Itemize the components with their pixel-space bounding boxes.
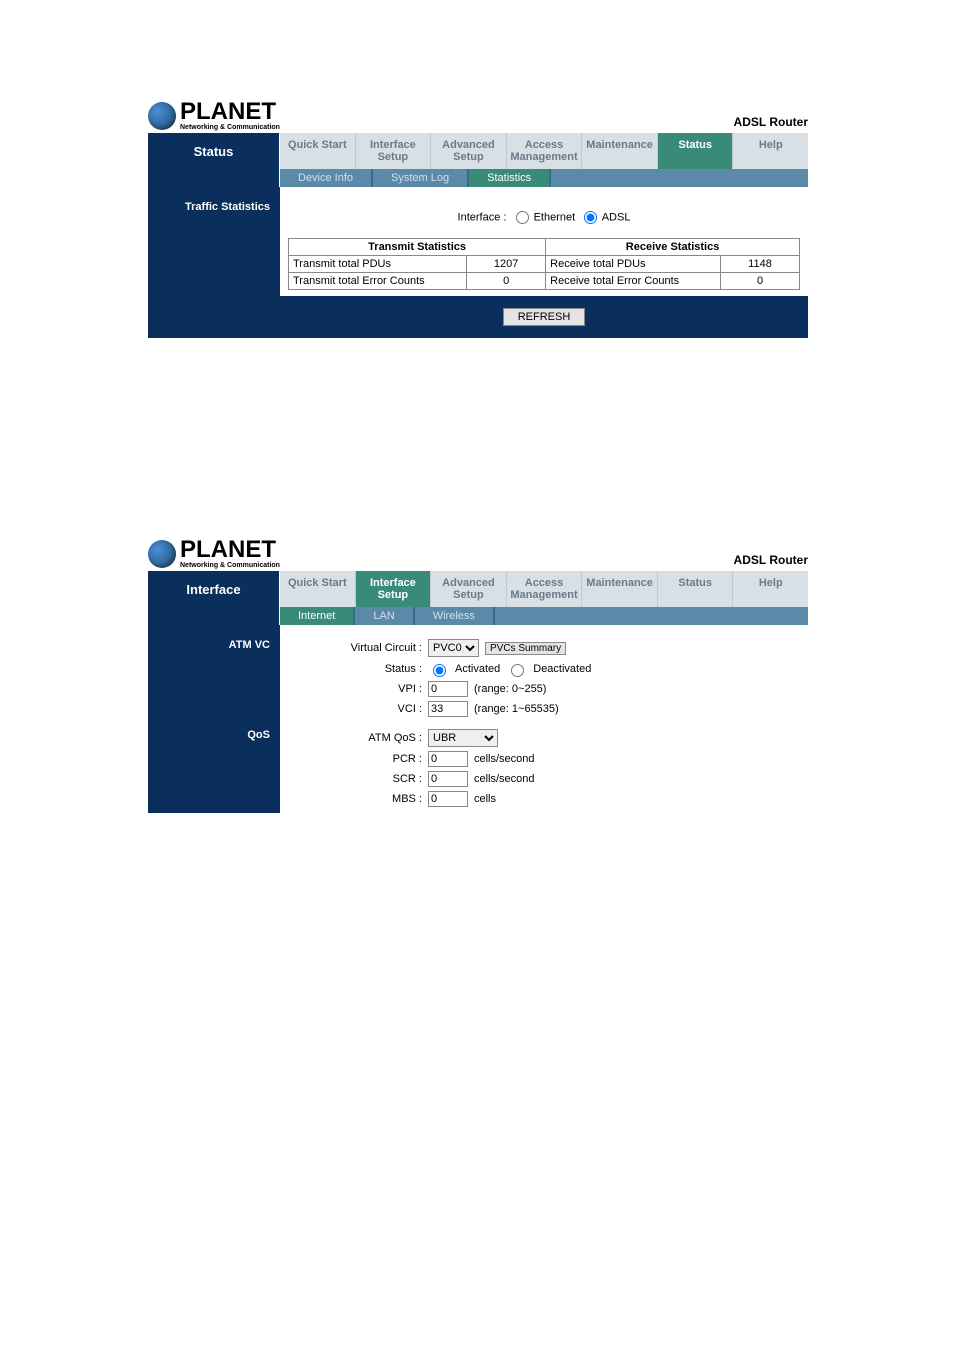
vpi-hint: (range: 0~255) bbox=[474, 683, 546, 695]
globe-icon bbox=[148, 102, 176, 130]
tab-advanced-setup[interactable]: Advanced Setup bbox=[431, 571, 507, 607]
atmqos-select[interactable]: UBR bbox=[428, 729, 498, 747]
rx-header: Receive Statistics bbox=[546, 239, 800, 256]
tx-header: Transmit Statistics bbox=[289, 239, 546, 256]
tab-quick-start[interactable]: Quick Start bbox=[280, 571, 356, 607]
tab-help[interactable]: Help bbox=[733, 571, 808, 607]
interface-screen: PLANET Networking & Communication ADSL R… bbox=[148, 538, 808, 813]
tab-advanced-setup[interactable]: Advanced Setup bbox=[431, 133, 507, 169]
tab-interface-setup[interactable]: Interface Setup bbox=[356, 133, 432, 169]
tab-interface-setup[interactable]: Interface Setup bbox=[356, 571, 432, 607]
subtab-system-log[interactable]: System Log bbox=[373, 169, 469, 187]
radio-activated[interactable] bbox=[433, 664, 446, 677]
main-nav: Quick Start Interface Setup Advanced Set… bbox=[280, 571, 808, 607]
radio-deactivated-label: Deactivated bbox=[533, 663, 591, 675]
pcr-label: PCR : bbox=[288, 753, 428, 765]
brand-tagline: Networking & Communication bbox=[180, 124, 280, 131]
subtab-internet[interactable]: Internet bbox=[280, 607, 355, 625]
product-label: ADSL Router bbox=[734, 115, 808, 131]
atmqos-label: ATM QoS : bbox=[288, 732, 428, 744]
subtab-lan[interactable]: LAN bbox=[355, 607, 414, 625]
pcr-hint: cells/second bbox=[474, 753, 535, 765]
tab-status[interactable]: Status bbox=[658, 133, 734, 169]
page-title: Status bbox=[148, 133, 280, 169]
radio-ethernet[interactable] bbox=[516, 211, 529, 224]
tx-err-val: 0 bbox=[467, 273, 546, 290]
rx-err-val: 0 bbox=[721, 273, 800, 290]
vpi-input[interactable] bbox=[428, 681, 468, 697]
vpi-label: VPI : bbox=[288, 683, 428, 695]
brand-tagline: Networking & Communication bbox=[180, 562, 280, 569]
globe-icon bbox=[148, 540, 176, 568]
scr-label: SCR : bbox=[288, 773, 428, 785]
vci-input[interactable] bbox=[428, 701, 468, 717]
sub-nav: Device Info System Log Statistics bbox=[280, 169, 808, 187]
rx-pdus-label: Receive total PDUs bbox=[546, 256, 721, 273]
mbs-label: MBS : bbox=[288, 793, 428, 805]
main-nav: Quick Start Interface Setup Advanced Set… bbox=[280, 133, 808, 169]
pvcs-summary-button[interactable]: PVCs Summary bbox=[485, 642, 566, 655]
vci-hint: (range: 1~65535) bbox=[474, 703, 559, 715]
table-row: Transmit total Error Counts 0 Receive to… bbox=[289, 273, 800, 290]
table-row: Transmit total PDUs 1207 Receive total P… bbox=[289, 256, 800, 273]
vc-select[interactable]: PVC0 bbox=[428, 639, 479, 657]
tx-pdus-label: Transmit total PDUs bbox=[289, 256, 467, 273]
subtab-device-info[interactable]: Device Info bbox=[280, 169, 373, 187]
interface-selector: Interface : Ethernet ADSL bbox=[288, 201, 800, 238]
vci-label: VCI : bbox=[288, 703, 428, 715]
tx-err-label: Transmit total Error Counts bbox=[289, 273, 467, 290]
rx-pdus-val: 1148 bbox=[721, 256, 800, 273]
interface-label: Interface : bbox=[458, 212, 507, 224]
page-title: Interface bbox=[148, 571, 280, 607]
tab-help[interactable]: Help bbox=[733, 133, 808, 169]
radio-adsl-label: ADSL bbox=[602, 212, 631, 224]
section-traffic-stats: Traffic Statistics bbox=[148, 195, 280, 219]
refresh-button[interactable]: REFRESH bbox=[503, 308, 586, 326]
tab-quick-start[interactable]: Quick Start bbox=[280, 133, 356, 169]
scr-input[interactable] bbox=[428, 771, 468, 787]
tab-status[interactable]: Status bbox=[658, 571, 734, 607]
radio-deactivated[interactable] bbox=[511, 664, 524, 677]
section-atm-vc: ATM VC bbox=[148, 633, 280, 657]
status-screen: PLANET Networking & Communication ADSL R… bbox=[148, 100, 808, 338]
radio-ethernet-label: Ethernet bbox=[534, 212, 576, 224]
section-qos: QoS bbox=[148, 723, 280, 747]
tab-maintenance[interactable]: Maintenance bbox=[582, 133, 658, 169]
sub-nav: Internet LAN Wireless bbox=[280, 607, 808, 625]
mbs-input[interactable] bbox=[428, 791, 468, 807]
brand-name: PLANET bbox=[180, 100, 280, 124]
radio-adsl[interactable] bbox=[584, 211, 597, 224]
stats-table: Transmit Statistics Receive Statistics T… bbox=[288, 238, 800, 290]
brand-logo: PLANET Networking & Communication bbox=[148, 538, 280, 569]
tab-maintenance[interactable]: Maintenance bbox=[582, 571, 658, 607]
brand-logo: PLANET Networking & Communication bbox=[148, 100, 280, 131]
brand-name: PLANET bbox=[180, 538, 280, 562]
status-label: Status : bbox=[288, 663, 428, 675]
tab-access-management[interactable]: Access Management bbox=[507, 133, 583, 169]
mbs-hint: cells bbox=[474, 793, 496, 805]
tab-access-management[interactable]: Access Management bbox=[507, 571, 583, 607]
tx-pdus-val: 1207 bbox=[467, 256, 546, 273]
product-label: ADSL Router bbox=[734, 553, 808, 569]
rx-err-label: Receive total Error Counts bbox=[546, 273, 721, 290]
vc-label: Virtual Circuit : bbox=[288, 642, 428, 654]
subtab-statistics[interactable]: Statistics bbox=[469, 169, 551, 187]
pcr-input[interactable] bbox=[428, 751, 468, 767]
subtab-wireless[interactable]: Wireless bbox=[415, 607, 495, 625]
scr-hint: cells/second bbox=[474, 773, 535, 785]
radio-activated-label: Activated bbox=[455, 663, 500, 675]
